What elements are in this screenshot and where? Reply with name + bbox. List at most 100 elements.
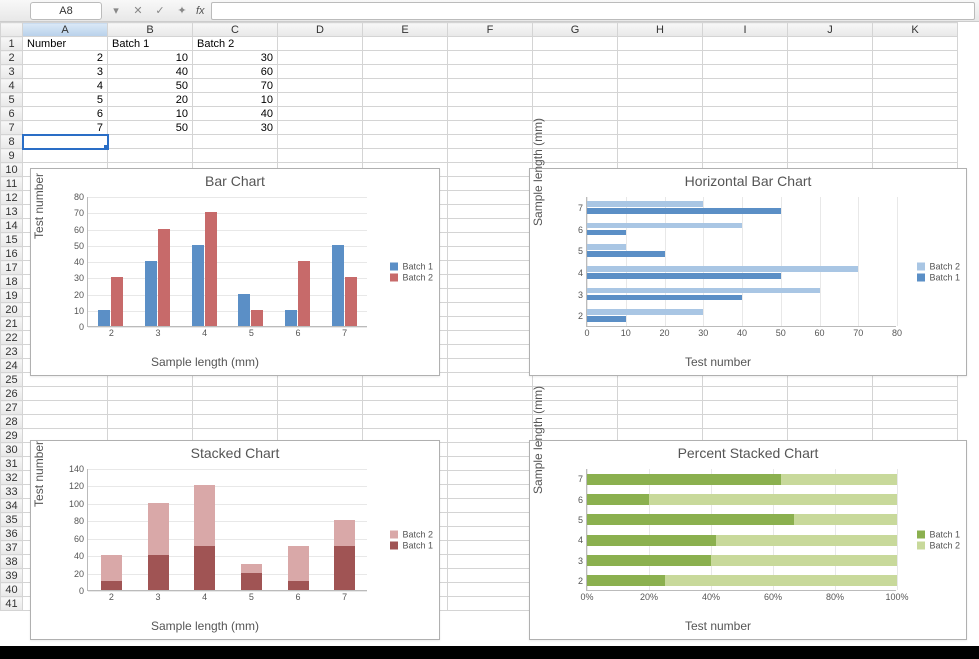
cell-A27[interactable] <box>23 401 108 415</box>
cell-F26[interactable] <box>448 387 533 401</box>
cell-H1[interactable] <box>618 37 703 51</box>
cell-F20[interactable] <box>448 303 533 317</box>
cell-E27[interactable] <box>363 401 448 415</box>
cell-C1[interactable]: Batch 2 <box>193 37 278 51</box>
cell-J1[interactable] <box>788 37 873 51</box>
cell-D27[interactable] <box>278 401 363 415</box>
cell-E8[interactable] <box>363 135 448 149</box>
cell-C8[interactable] <box>193 135 278 149</box>
row-header-29[interactable]: 29 <box>1 429 23 443</box>
cell-K6[interactable] <box>873 107 958 121</box>
cell-F8[interactable] <box>448 135 533 149</box>
row-header-11[interactable]: 11 <box>1 177 23 191</box>
cell-D3[interactable] <box>278 65 363 79</box>
cell-F22[interactable] <box>448 331 533 345</box>
cell-K4[interactable] <box>873 79 958 93</box>
cell-F25[interactable] <box>448 373 533 387</box>
row-header-33[interactable]: 33 <box>1 485 23 499</box>
cell-K28[interactable] <box>873 415 958 429</box>
cell-G1[interactable] <box>533 37 618 51</box>
row-header-9[interactable]: 9 <box>1 149 23 163</box>
row-header-26[interactable]: 26 <box>1 387 23 401</box>
cell-I4[interactable] <box>703 79 788 93</box>
cell-C7[interactable]: 30 <box>193 121 278 135</box>
cell-B2[interactable]: 10 <box>108 51 193 65</box>
cell-I9[interactable] <box>703 149 788 163</box>
cell-G27[interactable] <box>533 401 618 415</box>
cell-K9[interactable] <box>873 149 958 163</box>
row-header-18[interactable]: 18 <box>1 275 23 289</box>
cell-F15[interactable] <box>448 233 533 247</box>
row-header-8[interactable]: 8 <box>1 135 23 149</box>
cell-C6[interactable]: 40 <box>193 107 278 121</box>
row-header-23[interactable]: 23 <box>1 345 23 359</box>
col-header-G[interactable]: G <box>533 23 618 37</box>
cell-E6[interactable] <box>363 107 448 121</box>
cell-A5[interactable]: 5 <box>23 93 108 107</box>
cell-E7[interactable] <box>363 121 448 135</box>
cell-F21[interactable] <box>448 317 533 331</box>
cancel-icon[interactable]: ✕ <box>130 3 146 19</box>
row-header-39[interactable]: 39 <box>1 569 23 583</box>
cell-A6[interactable]: 6 <box>23 107 108 121</box>
cell-B5[interactable]: 20 <box>108 93 193 107</box>
cell-J27[interactable] <box>788 401 873 415</box>
cell-F34[interactable] <box>448 499 533 513</box>
row-header-28[interactable]: 28 <box>1 415 23 429</box>
cell-C9[interactable] <box>193 149 278 163</box>
accept-icon[interactable]: ✓ <box>152 3 168 19</box>
row-header-12[interactable]: 12 <box>1 191 23 205</box>
cell-H4[interactable] <box>618 79 703 93</box>
cell-F1[interactable] <box>448 37 533 51</box>
cell-E4[interactable] <box>363 79 448 93</box>
cell-G2[interactable] <box>533 51 618 65</box>
cell-D2[interactable] <box>278 51 363 65</box>
col-header-J[interactable]: J <box>788 23 873 37</box>
cell-B27[interactable] <box>108 401 193 415</box>
row-header-25[interactable]: 25 <box>1 373 23 387</box>
cell-E3[interactable] <box>363 65 448 79</box>
cell-E28[interactable] <box>363 415 448 429</box>
cell-D6[interactable] <box>278 107 363 121</box>
row-header-35[interactable]: 35 <box>1 513 23 527</box>
cell-C2[interactable]: 30 <box>193 51 278 65</box>
worksheet[interactable]: ABCDEFGHIJK1NumberBatch 1Batch 222103033… <box>0 22 979 611</box>
cell-K26[interactable] <box>873 387 958 401</box>
row-header-14[interactable]: 14 <box>1 219 23 233</box>
cell-I6[interactable] <box>703 107 788 121</box>
cell-J26[interactable] <box>788 387 873 401</box>
row-header-1[interactable]: 1 <box>1 37 23 51</box>
chart-percent-stacked[interactable]: Percent Stacked Chart Sample length (mm)… <box>529 440 967 640</box>
row-header-7[interactable]: 7 <box>1 121 23 135</box>
cell-G26[interactable] <box>533 387 618 401</box>
col-header-B[interactable]: B <box>108 23 193 37</box>
formula-input[interactable] <box>211 2 975 20</box>
cell-F10[interactable] <box>448 163 533 177</box>
cell-A8[interactable] <box>23 135 108 149</box>
cell-K8[interactable] <box>873 135 958 149</box>
cell-F13[interactable] <box>448 205 533 219</box>
row-header-13[interactable]: 13 <box>1 205 23 219</box>
cell-J4[interactable] <box>788 79 873 93</box>
chart-horizontal-bar[interactable]: Horizontal Bar Chart Sample length (mm) … <box>529 168 967 376</box>
cell-H2[interactable] <box>618 51 703 65</box>
cell-A28[interactable] <box>23 415 108 429</box>
cell-K27[interactable] <box>873 401 958 415</box>
fx-icon[interactable]: ✦ <box>174 3 190 19</box>
cell-F6[interactable] <box>448 107 533 121</box>
cell-D26[interactable] <box>278 387 363 401</box>
name-box[interactable]: A8 <box>30 2 102 20</box>
cell-A7[interactable]: 7 <box>23 121 108 135</box>
cell-F16[interactable] <box>448 247 533 261</box>
cell-I26[interactable] <box>703 387 788 401</box>
row-header-16[interactable]: 16 <box>1 247 23 261</box>
cell-F38[interactable] <box>448 555 533 569</box>
cell-F39[interactable] <box>448 569 533 583</box>
cell-J9[interactable] <box>788 149 873 163</box>
cell-F9[interactable] <box>448 149 533 163</box>
cell-G3[interactable] <box>533 65 618 79</box>
cell-B28[interactable] <box>108 415 193 429</box>
cell-E1[interactable] <box>363 37 448 51</box>
cell-F37[interactable] <box>448 541 533 555</box>
cell-D9[interactable] <box>278 149 363 163</box>
